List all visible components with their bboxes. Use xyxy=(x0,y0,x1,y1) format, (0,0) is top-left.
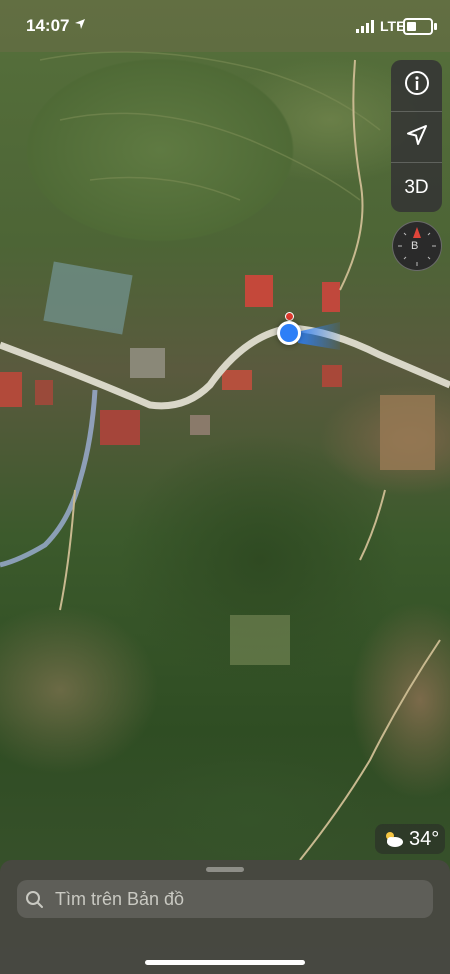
location-arrow-icon xyxy=(74,17,86,33)
bottom-sheet[interactable] xyxy=(0,860,450,974)
info-button[interactable] xyxy=(391,60,442,110)
location-arrow-icon xyxy=(405,123,429,152)
network-type: LTE xyxy=(380,18,406,34)
info-icon xyxy=(404,70,430,101)
search-icon xyxy=(17,880,53,918)
partly-cloudy-icon xyxy=(381,829,405,849)
status-bar: 14:07 LTE xyxy=(0,0,450,52)
signal-icon xyxy=(356,18,376,38)
compass-button[interactable]: B xyxy=(392,221,442,271)
view-3d-button[interactable]: 3D xyxy=(391,162,442,212)
search-bar[interactable] xyxy=(17,880,433,918)
home-indicator[interactable] xyxy=(145,960,305,965)
compass-letter: B xyxy=(411,240,419,252)
map-pin-icon[interactable] xyxy=(285,312,294,321)
weather-temperature: 34° xyxy=(409,827,440,850)
battery-icon xyxy=(403,18,437,35)
tracking-button[interactable] xyxy=(391,111,442,162)
status-time: 14:07 xyxy=(26,16,70,35)
map-controls: 3D xyxy=(391,60,442,212)
sheet-grabber[interactable] xyxy=(206,867,244,872)
weather-badge[interactable]: 34° xyxy=(375,824,446,854)
search-input[interactable] xyxy=(53,887,417,911)
current-location-dot[interactable] xyxy=(277,321,301,345)
